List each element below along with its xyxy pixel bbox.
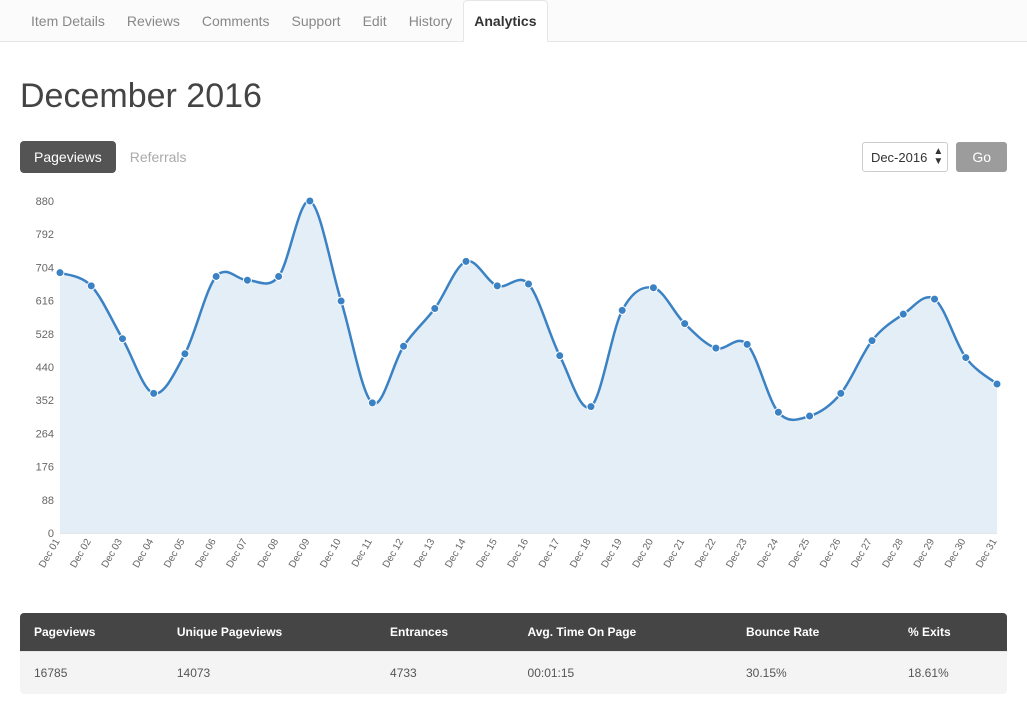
svg-text:Dec 10: Dec 10 — [318, 537, 344, 570]
th-unique-pageviews: Unique Pageviews — [163, 613, 376, 652]
svg-text:Dec 27: Dec 27 — [849, 537, 875, 570]
tab-reviews[interactable]: Reviews — [116, 0, 191, 42]
svg-text:Dec 26: Dec 26 — [818, 537, 844, 570]
svg-text:Dec 20: Dec 20 — [631, 537, 657, 570]
period-select-value: Dec-2016 — [871, 150, 927, 165]
svg-text:Dec 14: Dec 14 — [443, 537, 469, 570]
svg-text:616: 616 — [36, 296, 54, 308]
th-pageviews: Pageviews — [20, 613, 163, 652]
go-button[interactable]: Go — [956, 142, 1007, 172]
tab-analytics[interactable]: Analytics — [463, 0, 547, 42]
svg-text:Dec 04: Dec 04 — [131, 537, 157, 570]
chart-svg: 088176264352440528616704792880Dec 01Dec … — [20, 193, 1007, 593]
page-title: December 2016 — [20, 77, 1007, 116]
svg-text:88: 88 — [42, 495, 54, 507]
svg-text:Dec 17: Dec 17 — [537, 537, 563, 570]
svg-text:Dec 13: Dec 13 — [412, 537, 438, 570]
th-exits: % Exits — [894, 613, 1007, 652]
svg-text:Dec 01: Dec 01 — [37, 537, 63, 570]
svg-text:Dec 08: Dec 08 — [256, 537, 282, 570]
svg-text:Dec 25: Dec 25 — [787, 537, 813, 570]
svg-text:352: 352 — [36, 395, 54, 407]
tab-comments[interactable]: Comments — [191, 0, 281, 42]
td-pageviews: 16785 — [20, 652, 163, 695]
svg-text:Dec 07: Dec 07 — [225, 537, 251, 570]
right-controls: Dec-2016 ▲▼ Go — [862, 142, 1007, 172]
svg-text:Dec 28: Dec 28 — [881, 537, 907, 570]
td-unique-pageviews: 14073 — [163, 652, 376, 695]
svg-text:880: 880 — [36, 196, 54, 208]
svg-text:Dec 18: Dec 18 — [568, 537, 594, 570]
svg-text:Dec 09: Dec 09 — [287, 537, 313, 570]
pill-referrals[interactable]: Referrals — [116, 141, 201, 173]
td-entrances: 4733 — [376, 652, 514, 695]
toolbar: Pageviews Referrals Dec-2016 ▲▼ Go — [20, 141, 1007, 173]
nav-tabs: Item Details Reviews Comments Support Ed… — [0, 0, 1027, 42]
td-exits: 18.61% — [894, 652, 1007, 695]
period-select[interactable]: Dec-2016 ▲▼ — [862, 142, 948, 172]
svg-text:Dec 05: Dec 05 — [162, 537, 188, 570]
td-bounce-rate: 30.15% — [732, 652, 894, 695]
svg-text:Dec 16: Dec 16 — [506, 537, 532, 570]
svg-text:Dec 19: Dec 19 — [599, 537, 625, 570]
svg-text:Dec 30: Dec 30 — [943, 537, 969, 570]
svg-text:264: 264 — [36, 428, 54, 440]
th-avg-time: Avg. Time On Page — [514, 613, 732, 652]
tab-item-details[interactable]: Item Details — [20, 0, 116, 42]
svg-text:Dec 21: Dec 21 — [662, 537, 688, 570]
svg-text:Dec 31: Dec 31 — [974, 537, 1000, 570]
svg-text:528: 528 — [36, 329, 54, 341]
svg-text:Dec 06: Dec 06 — [193, 537, 219, 570]
svg-text:440: 440 — [36, 362, 54, 374]
svg-text:Dec 22: Dec 22 — [693, 537, 719, 570]
tab-edit[interactable]: Edit — [352, 0, 398, 42]
tab-support[interactable]: Support — [281, 0, 352, 42]
th-bounce-rate: Bounce Rate — [732, 613, 894, 652]
select-arrows-icon: ▲▼ — [933, 147, 943, 167]
table-header-row: Pageviews Unique Pageviews Entrances Avg… — [20, 613, 1007, 652]
td-avg-time: 00:01:15 — [514, 652, 732, 695]
svg-text:792: 792 — [36, 229, 54, 241]
svg-text:Dec 15: Dec 15 — [474, 537, 500, 570]
svg-text:176: 176 — [36, 462, 54, 474]
svg-text:Dec 03: Dec 03 — [100, 537, 126, 570]
stats-table: Pageviews Unique Pageviews Entrances Avg… — [20, 613, 1007, 694]
svg-text:Dec 23: Dec 23 — [724, 537, 750, 570]
th-entrances: Entrances — [376, 613, 514, 652]
pageviews-chart: 088176264352440528616704792880Dec 01Dec … — [20, 193, 1007, 593]
svg-text:Dec 11: Dec 11 — [350, 537, 375, 570]
svg-text:Dec 29: Dec 29 — [912, 537, 938, 570]
tab-history[interactable]: History — [398, 0, 464, 42]
table-row: 16785 14073 4733 00:01:15 30.15% 18.61% — [20, 652, 1007, 695]
svg-text:Dec 24: Dec 24 — [756, 537, 782, 570]
svg-text:704: 704 — [36, 262, 54, 274]
svg-text:Dec 12: Dec 12 — [381, 537, 407, 570]
svg-text:Dec 02: Dec 02 — [68, 537, 94, 570]
pill-pageviews[interactable]: Pageviews — [20, 141, 116, 173]
view-pills: Pageviews Referrals — [20, 141, 201, 173]
